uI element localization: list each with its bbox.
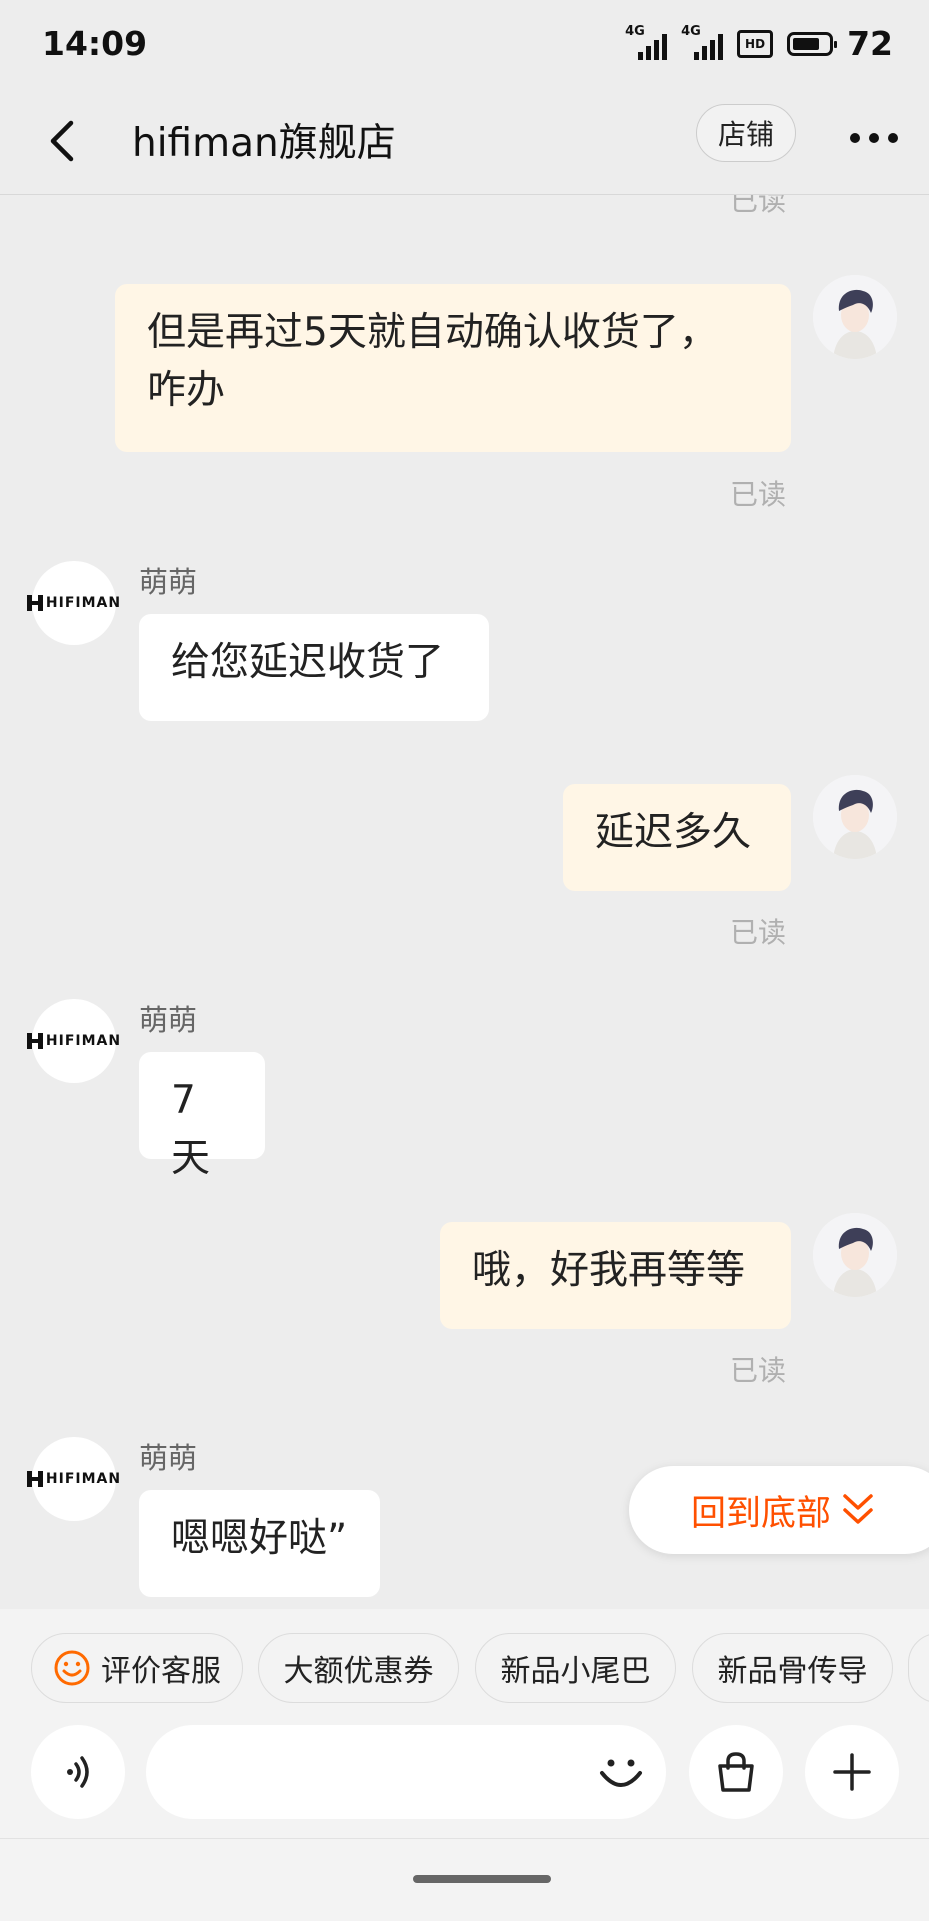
product-bag-button[interactable] xyxy=(689,1725,783,1819)
back-to-bottom-button[interactable]: 回到底部 xyxy=(629,1466,929,1554)
home-indicator[interactable] xyxy=(413,1875,551,1883)
chip-label: 新品小尾巴 xyxy=(500,1654,651,1689)
shop-avatar[interactable]: HIFIMAN xyxy=(26,999,120,1083)
shop-avatar[interactable]: HIFIMAN xyxy=(26,1437,120,1521)
message-input[interactable] xyxy=(146,1725,666,1819)
voice-button[interactable] xyxy=(31,1725,125,1819)
my-message-bubble[interactable]: 哦，好我再等等 xyxy=(440,1222,791,1329)
chat-message-list[interactable]: 已读 但是再过5天就自动确认收货了， 咋办 已读 HIFIMAN 萌萌 给您延迟… xyxy=(0,195,929,1609)
dot-icon xyxy=(888,133,898,143)
sender-name: 萌萌 xyxy=(139,565,198,599)
hifiman-logo: HIFIMAN xyxy=(26,1471,121,1487)
shop-message-bubble[interactable]: 给您延迟收货了 xyxy=(139,614,489,721)
chip-label: 评价客服 xyxy=(101,1654,221,1689)
user-avatar-icon xyxy=(813,775,897,859)
user-avatar[interactable] xyxy=(813,275,897,359)
double-chevron-down-icon xyxy=(843,1494,873,1524)
message-text-line: 咋办 xyxy=(147,368,226,413)
hifiman-logo: HIFIMAN xyxy=(26,595,121,611)
shop-message-bubble[interactable]: 7天 xyxy=(139,1052,265,1181)
user-avatar[interactable] xyxy=(813,1213,897,1297)
my-message-bubble[interactable]: 延迟多久 xyxy=(563,784,791,891)
back-button[interactable] xyxy=(36,106,88,176)
dot-icon xyxy=(850,133,860,143)
shop-button[interactable]: 店铺 xyxy=(696,104,796,162)
more-options-button[interactable] xyxy=(846,118,902,158)
chip-big-coupon[interactable]: 大额优惠券 xyxy=(258,1633,459,1703)
sender-name: 萌萌 xyxy=(139,1441,198,1475)
shop-message-bubble[interactable]: 嗯嗯好哒” xyxy=(139,1490,380,1597)
message-text-line: 但是再过5天就自动确认收货了， xyxy=(147,310,718,355)
chat-header: hifiman旗舰店 店铺 xyxy=(0,90,929,195)
quick-reply-bar: 评价客服 大额优惠券 新品小尾巴 新品骨传导 xyxy=(0,1609,929,1725)
chevron-left-icon xyxy=(50,120,74,162)
status-bar: 14:09 4G 4G HD 72 xyxy=(0,0,929,90)
status-icons: 4G 4G HD 72 xyxy=(625,24,893,64)
dot-icon xyxy=(869,133,879,143)
chip-label: 大额优惠券 xyxy=(283,1654,434,1689)
hd-voice-icon: HD xyxy=(737,29,774,58)
emoji-icon[interactable] xyxy=(594,1745,648,1799)
signal-icon: 4G xyxy=(681,24,724,60)
smiley-icon xyxy=(54,1650,90,1686)
battery-icon xyxy=(787,31,838,56)
page-title: hifiman旗舰店 xyxy=(132,121,396,166)
chip-rate-service[interactable]: 评价客服 xyxy=(31,1633,243,1703)
chip-more[interactable] xyxy=(908,1633,929,1703)
navigation-bar xyxy=(0,1838,929,1921)
user-avatar[interactable] xyxy=(813,775,897,859)
read-receipt: 已读 xyxy=(730,916,787,949)
plus-icon xyxy=(833,1753,871,1791)
chip-new-tail[interactable]: 新品小尾巴 xyxy=(475,1633,676,1703)
read-receipt: 已读 xyxy=(730,1354,787,1387)
chip-label: 新品骨传导 xyxy=(717,1654,868,1689)
battery-level: 72 xyxy=(847,24,893,63)
shop-avatar[interactable]: HIFIMAN xyxy=(26,561,120,645)
chip-new-bone-conduction[interactable]: 新品骨传导 xyxy=(692,1633,893,1703)
status-time: 14:09 xyxy=(42,24,148,63)
user-avatar-icon xyxy=(813,1213,897,1297)
shopping-bag-icon xyxy=(718,1752,754,1792)
signal-icon: 4G xyxy=(625,24,668,60)
my-message-bubble[interactable]: 但是再过5天就自动确认收货了， 咋办 xyxy=(115,284,791,452)
more-actions-button[interactable] xyxy=(805,1725,899,1819)
read-receipt: 已读 xyxy=(730,478,787,511)
input-bar xyxy=(0,1725,929,1838)
hifiman-logo: HIFIMAN xyxy=(26,1033,121,1049)
read-receipt: 已读 xyxy=(730,195,787,217)
voice-icon xyxy=(67,1756,89,1788)
sender-name: 萌萌 xyxy=(139,1003,198,1037)
user-avatar-icon xyxy=(813,275,897,359)
back-to-bottom-label: 回到底部 xyxy=(691,1493,832,1534)
